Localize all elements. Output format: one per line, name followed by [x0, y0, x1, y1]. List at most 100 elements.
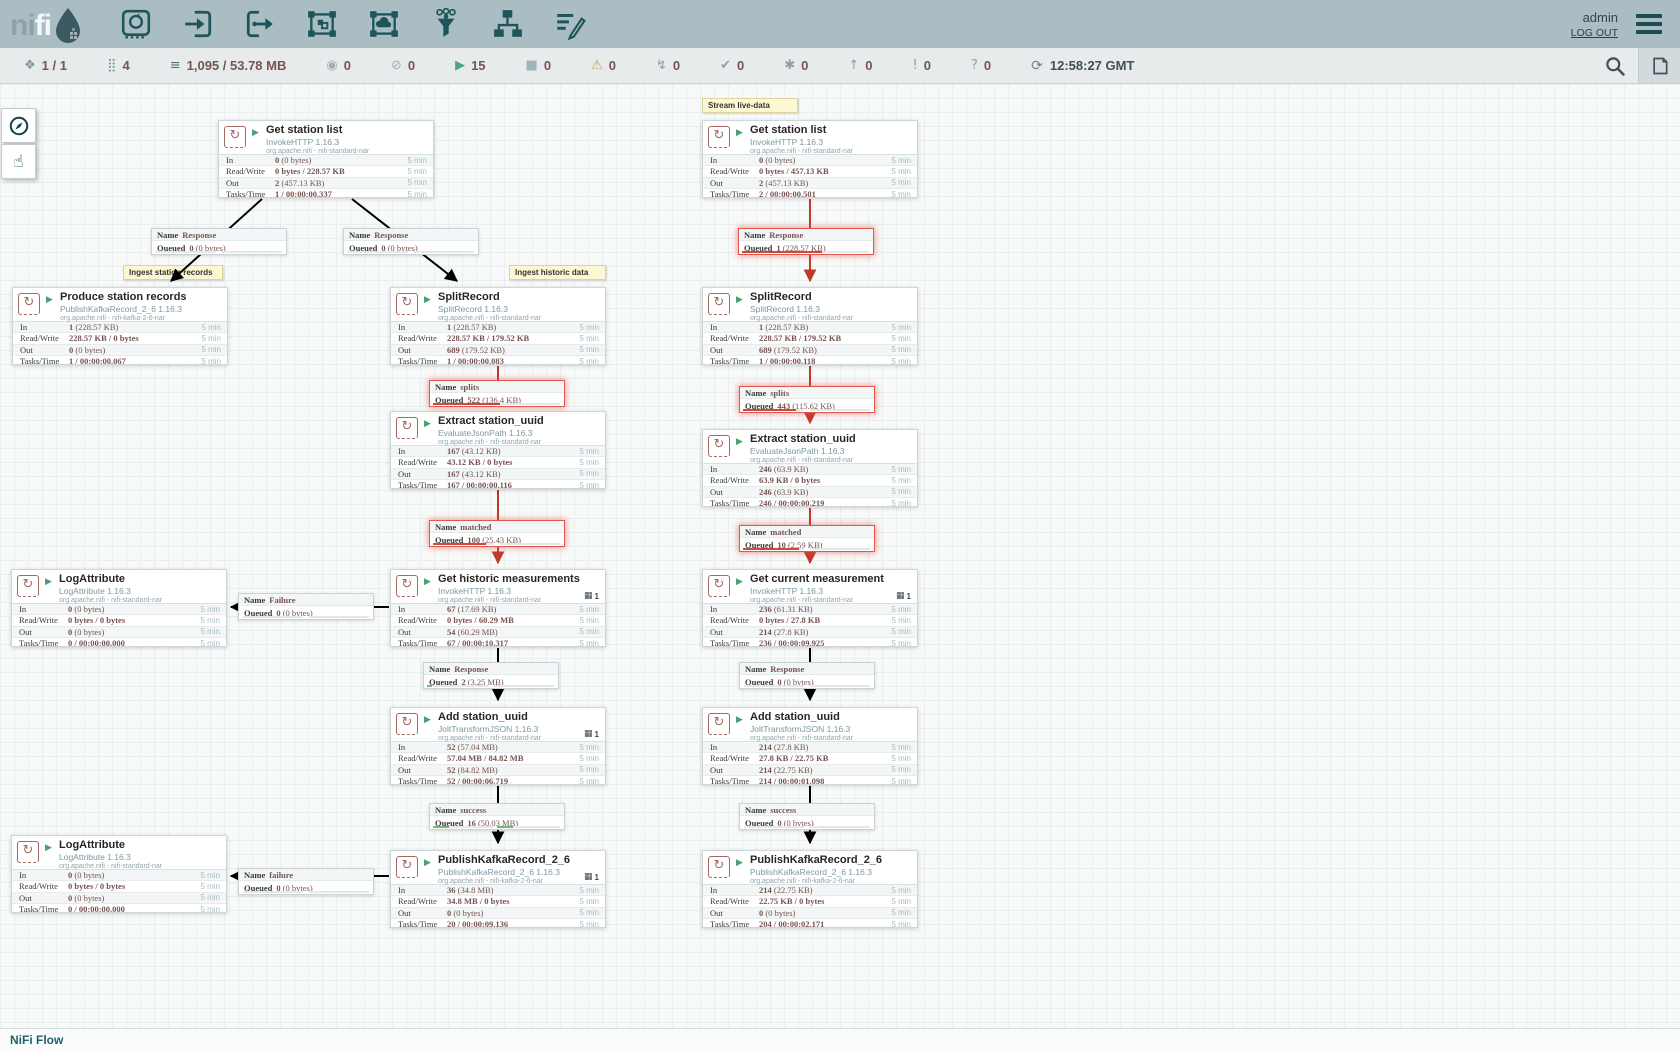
stat-row-in: In 214 (27.8 KB) 5 min: [703, 742, 917, 753]
processor-extract-station-uuid-right[interactable]: ↻ ▶ Extract station_uuid EvaluateJsonPat…: [702, 429, 918, 507]
up-to-date-icon: ✔: [720, 59, 731, 72]
stat-period: 5 min: [579, 920, 605, 929]
refresh-icon[interactable]: ⟳: [1031, 58, 1043, 74]
breadcrumb[interactable]: NiFi Flow: [10, 1033, 63, 1047]
backpressure-size-track: [500, 403, 560, 405]
stat-value: 0 (0 bytes): [69, 345, 105, 355]
stat-value: 0 bytes / 457.13 KB: [759, 166, 829, 176]
stat-period: 5 min: [579, 357, 605, 366]
label-component-icon[interactable]: [553, 7, 587, 41]
queue-name-key: Name: [744, 230, 765, 240]
stat-period: 5 min: [579, 447, 605, 456]
q-splits-middle[interactable]: Name splits Queued 522 (136.4 KB): [429, 380, 565, 407]
processor-logattribute-bottom[interactable]: ↻ ▶ LogAttribute LogAttribute 1.16.3 org…: [11, 835, 227, 913]
stat-row-read-write: Read/Write 0 bytes / 60.29 MB 5 min: [391, 615, 605, 626]
stat-label: In: [219, 155, 275, 165]
status-item-value: 15: [471, 58, 485, 73]
stat-value: 236 / 00:00:09.925: [759, 638, 824, 648]
stat-period: 5 min: [891, 908, 917, 917]
stat-row-in: In 0 (0 bytes) 5 min: [12, 870, 226, 881]
processor-get-current-measurement[interactable]: ↻ ▶ Get current measurement InvokeHTTP 1…: [702, 569, 918, 647]
q-response-left-2[interactable]: Name Response Queued 0 (0 bytes): [343, 228, 479, 255]
stat-value: 1 / 00:00:00.067: [69, 356, 126, 366]
process-group-component-icon[interactable]: [305, 7, 339, 41]
q-response2-middle[interactable]: Name Response Queued 2 (3.25 MB): [423, 662, 559, 689]
output-port-component-icon[interactable]: [243, 7, 277, 41]
canvas-label[interactable]: Ingest station records: [123, 265, 223, 280]
q-success-middle[interactable]: Name success Queued 16 (50.03 MB): [429, 803, 565, 830]
stat-value: 0 (0 bytes): [759, 908, 795, 918]
q-success-right[interactable]: Name success Queued 0 (0 bytes): [739, 803, 875, 830]
stat-period: 5 min: [891, 323, 917, 332]
stat-label: Tasks/Time: [12, 904, 68, 914]
stat-row-read-write: Read/Write 228.57 KB / 179.52 KB 5 min: [391, 333, 605, 344]
canvas-label[interactable]: Ingest historic data: [509, 265, 606, 280]
stat-row-tasks-time: Tasks/Time 1 / 00:00:00.067 5 min: [13, 356, 227, 367]
stat-row-read-write: Read/Write 34.8 MB / 0 bytes 5 min: [391, 896, 605, 907]
template-component-icon[interactable]: [491, 7, 525, 41]
stat-period: 5 min: [579, 469, 605, 478]
stat-label: Out: [12, 627, 68, 637]
processor-get-station-list-right[interactable]: ↻ ▶ Get station list InvokeHTTP 1.16.3 o…: [702, 120, 918, 198]
q-matched-middle[interactable]: Name matched Queued 100 (25.43 KB): [429, 520, 565, 547]
stat-label: Out: [703, 345, 759, 355]
stat-row-out: Out 2 (457.13 KB) 5 min: [703, 178, 917, 189]
status-item-value: 0: [737, 58, 744, 73]
stat-row-tasks-time: Tasks/Time 167 / 00:00:00.116 5 min: [391, 480, 605, 491]
search-icon[interactable]: [1592, 48, 1638, 83]
processor-produce-station-records[interactable]: ↻ ▶ Produce station records PublishKafka…: [12, 287, 228, 365]
processor-add-station-uuid-right[interactable]: ↻ ▶ Add station_uuid JoltTransformJSON 1…: [702, 707, 918, 785]
q-response-right[interactable]: Name Response Queued 1 (228.57 KB): [738, 228, 874, 255]
backpressure-bar: [743, 548, 799, 550]
stat-value: 1 / 00:00:00.083: [447, 356, 504, 366]
remote-process-group-component-icon[interactable]: [367, 7, 401, 41]
processor-bundle: org.apache.nifi - nifi-standard-nar: [438, 315, 588, 322]
stat-row-tasks-time: Tasks/Time 1 / 00:00:00.083 5 min: [391, 356, 605, 367]
processor-splitrecord-right[interactable]: ↻ ▶ SplitRecord SplitRecord 1.16.3 org.a…: [702, 287, 918, 365]
flow-canvas[interactable]: ☝ Stream live-data Ingest station records…: [0, 84, 1680, 1028]
processor-title: Get historic measurements: [438, 573, 588, 585]
queue-name-key: Name: [745, 805, 766, 815]
input-port-component-icon[interactable]: [181, 7, 215, 41]
processor-logattribute-top[interactable]: ↻ ▶ LogAttribute LogAttribute 1.16.3 org…: [11, 569, 227, 647]
processor-publishkafka-middle[interactable]: ↻ ▶ PublishKafkaRecord_2_6 PublishKafkaR…: [390, 850, 606, 928]
stat-period: 5 min: [201, 345, 227, 354]
stat-value: 0 bytes / 0 bytes: [68, 881, 125, 891]
active-threads-badge: ▦ 1: [584, 729, 599, 739]
stat-label: Read/Write: [703, 166, 759, 176]
stat-value: 204 / 00:00:02.171: [759, 919, 824, 929]
processor-splitrecord-middle[interactable]: ↻ ▶ SplitRecord SplitRecord 1.16.3 org.a…: [390, 287, 606, 365]
q-failure-bottom[interactable]: Name failure Queued 0 (0 bytes): [238, 868, 374, 895]
processor-extract-station-uuid-middle[interactable]: ↻ ▶ Extract station_uuid EvaluateJsonPat…: [390, 411, 606, 489]
processor-publishkafka-right[interactable]: ↻ ▶ PublishKafkaRecord_2_6 PublishKafkaR…: [702, 850, 918, 928]
stat-row-in: In 67 (17.69 KB) 5 min: [391, 604, 605, 615]
processor-bundle: org.apache.nifi - nifi-kafka-2-6-nar: [60, 315, 210, 322]
stat-label: Read/Write: [13, 333, 69, 343]
status-item-value: 0: [924, 58, 931, 73]
navigate-palette-button[interactable]: [1, 108, 36, 143]
q-matched-right[interactable]: Name matched Queued 10 (2.59 KB): [739, 525, 875, 552]
processor-get-station-list-left[interactable]: ↻ ▶ Get station list InvokeHTTP 1.16.3 o…: [218, 120, 434, 198]
stat-label: Read/Write: [391, 615, 447, 625]
q-response2-right[interactable]: Name Response Queued 0 (0 bytes): [739, 662, 875, 689]
canvas-label[interactable]: Stream live-data: [702, 98, 798, 113]
stat-label: Tasks/Time: [391, 776, 447, 786]
q-failure-top[interactable]: Name Failure Queued 0 (0 bytes): [238, 593, 374, 620]
stat-value: 246 / 00:00:00.219: [759, 498, 824, 508]
processor-get-historic-measurements[interactable]: ↻ ▶ Get historic measurements InvokeHTTP…: [390, 569, 606, 647]
processor-add-station-uuid-middle[interactable]: ↻ ▶ Add station_uuid JoltTransformJSON 1…: [390, 707, 606, 785]
queue-name-key: Name: [435, 382, 456, 392]
funnel-component-icon[interactable]: [429, 7, 463, 41]
birdseye-panel-icon[interactable]: [1638, 48, 1680, 83]
processor-type: SplitRecord 1.16.3: [750, 304, 900, 314]
stat-value: 167 (43.12 KB): [447, 446, 501, 456]
operate-palette-button[interactable]: ☝: [1, 144, 36, 179]
global-menu-icon[interactable]: [1632, 10, 1666, 38]
stat-row-read-write: Read/Write 0 bytes / 228.57 KB 5 min: [219, 166, 433, 177]
stat-label: Tasks/Time: [12, 638, 68, 648]
q-splits-right[interactable]: Name splits Queued 443 (115.62 KB): [739, 386, 875, 413]
logout-link[interactable]: LOG OUT: [1571, 27, 1618, 39]
processor-component-icon[interactable]: [119, 7, 153, 41]
q-response-left-1[interactable]: Name Response Queued 0 (0 bytes): [151, 228, 287, 255]
processor-type: InvokeHTTP 1.16.3: [750, 137, 900, 147]
